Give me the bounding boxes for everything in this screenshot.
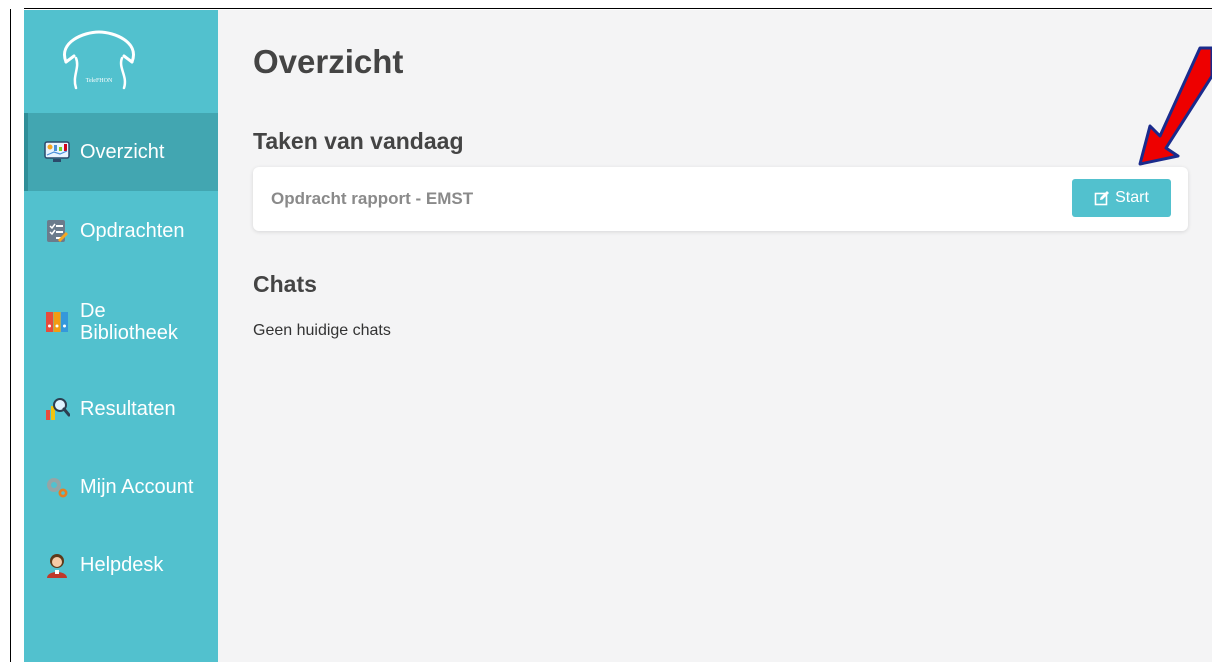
task-card: Opdracht rapport - EMST Start: [253, 167, 1188, 231]
start-button[interactable]: Start: [1072, 179, 1171, 217]
start-button-label: Start: [1115, 189, 1149, 206]
sidebar-item-opdrachten[interactable]: Opdrachten: [24, 192, 218, 270]
sidebar-item-mijn-account[interactable]: Mijn Account: [24, 448, 218, 526]
task-title: Opdracht rapport - EMST: [271, 189, 474, 208]
main-content: Overzicht Taken van vandaag Opdracht rap…: [218, 10, 1212, 662]
chart-magnifier-icon: [44, 396, 70, 422]
binders-icon: [44, 309, 70, 335]
tasks-heading: Taken van vandaag: [253, 128, 464, 154]
page-title: Overzicht: [253, 43, 404, 80]
dashboard-icon: [44, 139, 70, 165]
sidebar-item-label: Resultaten: [80, 397, 176, 420]
sidebar-item-label: De Bibliotheek: [80, 300, 178, 344]
support-agent-icon: [44, 552, 70, 578]
chats-heading: Chats: [253, 271, 317, 297]
sidebar-item-label: Helpdesk: [80, 553, 164, 576]
phone-handset-logo: TeleFHON: [63, 30, 135, 90]
sidebar-item-label: Opdrachten: [80, 219, 185, 242]
gears-icon: [44, 474, 70, 500]
app-logo[interactable]: TeleFHON: [54, 24, 144, 94]
sidebar-item-helpdesk[interactable]: Helpdesk: [24, 526, 218, 604]
logo-text: TeleFHON: [86, 78, 113, 84]
checklist-icon: [44, 218, 70, 244]
sidebar-item-label: Overzicht: [80, 140, 165, 163]
sidebar: TeleFHON Overzicht Opdrachten De Bibliot…: [24, 10, 218, 662]
sidebar-item-resultaten[interactable]: Resultaten: [24, 370, 218, 448]
edit-icon: [1094, 191, 1110, 206]
frame-top-border: [0, 0, 1212, 9]
frame-left-border: [0, 0, 24, 662]
red-arrow-annotation: [1138, 46, 1212, 166]
sidebar-item-overzicht[interactable]: Overzicht: [24, 113, 218, 191]
sidebar-item-label: Mijn Account: [80, 475, 194, 498]
sidebar-item-bibliotheek[interactable]: De Bibliotheek: [24, 272, 218, 372]
no-chats-message: Geen huidige chats: [253, 322, 391, 339]
